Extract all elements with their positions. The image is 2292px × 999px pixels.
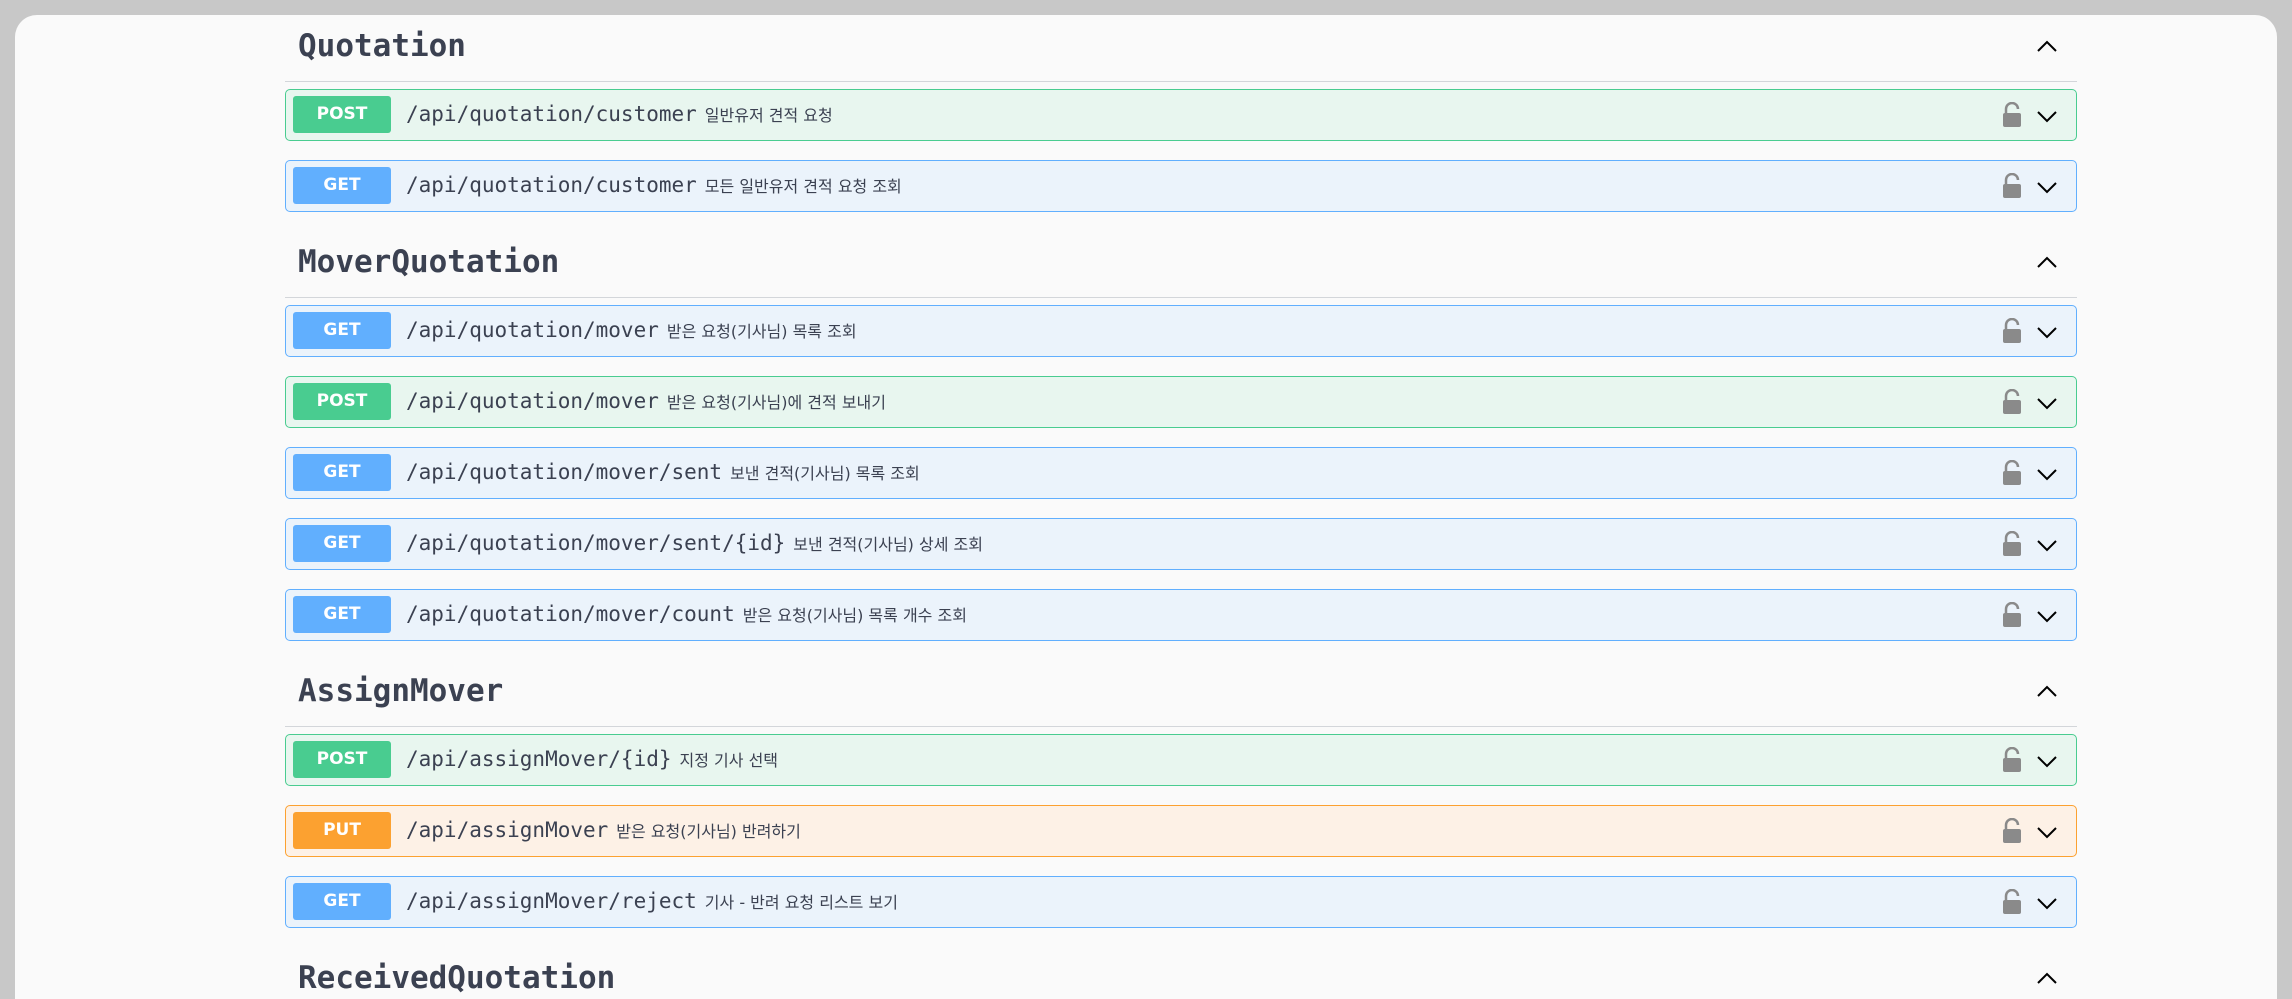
operation-path[interactable]: /api/quotation/customer 일반유저 견적 요청 <box>406 102 833 126</box>
chevron-up-icon[interactable] <box>2035 251 2059 275</box>
chevron-down-icon[interactable] <box>2035 391 2059 415</box>
operations-list: GET /api/quotation/mover 받은 요청(기사님) 목록 조회… <box>285 305 2077 641</box>
lock-icon[interactable] <box>2001 818 2023 844</box>
operation-path[interactable]: /api/quotation/mover/sent 보낸 견적(기사님) 목록 조… <box>406 460 920 484</box>
path-text: /api/assignMover/{id} <box>406 747 672 771</box>
swagger-panel: Quotation POST /api/quotation/customer 일반… <box>15 15 2277 999</box>
chevron-up-icon[interactable] <box>2035 35 2059 59</box>
operation-row[interactable]: GET /api/quotation/mover/count 받은 요청(기사님)… <box>285 589 2077 641</box>
chevron-down-icon[interactable] <box>2035 604 2059 628</box>
method-badge: POST <box>293 96 391 133</box>
operation-row[interactable]: GET /api/quotation/mover/sent 보낸 견적(기사님) … <box>285 447 2077 499</box>
path-text: /api/assignMover <box>406 818 609 842</box>
path-text: /api/quotation/mover <box>406 318 659 342</box>
chevron-up-icon[interactable] <box>2035 680 2059 704</box>
api-sections: Quotation POST /api/quotation/customer 일반… <box>285 15 2077 999</box>
path-text: /api/quotation/mover/sent/{id} <box>406 531 786 555</box>
lock-icon[interactable] <box>2001 102 2023 128</box>
operation-summary: 받은 요청(기사님) 목록 조회 <box>666 322 857 341</box>
section-header[interactable]: Quotation <box>285 15 2077 82</box>
method-badge: GET <box>293 454 391 491</box>
section-header[interactable]: AssignMover <box>285 660 2077 727</box>
section-header[interactable]: ReceivedQuotation <box>285 947 2077 999</box>
operation-summary: 보낸 견적(기사님) 목록 조회 <box>730 464 920 483</box>
section-title: ReceivedQuotation <box>298 960 616 996</box>
chevron-down-icon[interactable] <box>2035 320 2059 344</box>
lock-icon[interactable] <box>2001 460 2023 486</box>
path-text: /api/quotation/mover/count <box>406 602 735 626</box>
chevron-down-icon[interactable] <box>2035 749 2059 773</box>
operation-row[interactable]: PUT /api/assignMover 받은 요청(기사님) 반려하기 <box>285 805 2077 857</box>
operation-row[interactable]: GET /api/quotation/customer 모든 일반유저 견적 요청… <box>285 160 2077 212</box>
operation-summary: 받은 요청(기사님) 목록 개수 조회 <box>742 606 967 625</box>
api-section: AssignMover POST /api/assignMover/{id} 지정… <box>285 660 2077 928</box>
api-section: Quotation POST /api/quotation/customer 일반… <box>285 15 2077 212</box>
section-title: Quotation <box>298 28 466 64</box>
method-badge: POST <box>293 383 391 420</box>
operation-summary: 기사 - 반려 요청 리스트 보기 <box>704 893 898 912</box>
chevron-down-icon[interactable] <box>2035 820 2059 844</box>
operation-summary: 모든 일반유저 견적 요청 조회 <box>704 177 902 196</box>
operation-path[interactable]: /api/assignMover/{id} 지정 기사 선택 <box>406 747 778 771</box>
method-badge: GET <box>293 167 391 204</box>
operation-path[interactable]: /api/quotation/mover/count 받은 요청(기사님) 목록 … <box>406 602 967 626</box>
lock-icon[interactable] <box>2001 389 2023 415</box>
operation-summary: 지정 기사 선택 <box>679 751 779 770</box>
section-header[interactable]: MoverQuotation <box>285 231 2077 298</box>
method-badge: GET <box>293 596 391 633</box>
lock-icon[interactable] <box>2001 602 2023 628</box>
lock-icon[interactable] <box>2001 747 2023 773</box>
lock-icon[interactable] <box>2001 889 2023 915</box>
path-text: /api/assignMover/reject <box>406 889 697 913</box>
api-section: MoverQuotation GET /api/quotation/mover 받… <box>285 231 2077 641</box>
operation-path[interactable]: /api/quotation/mover 받은 요청(기사님)에 견적 보내기 <box>406 389 886 413</box>
operation-row[interactable]: GET /api/assignMover/reject 기사 - 반려 요청 리스… <box>285 876 2077 928</box>
chevron-down-icon[interactable] <box>2035 175 2059 199</box>
section-title: AssignMover <box>298 673 504 709</box>
operation-path[interactable]: /api/quotation/customer 모든 일반유저 견적 요청 조회 <box>406 173 902 197</box>
chevron-down-icon[interactable] <box>2035 104 2059 128</box>
path-text: /api/quotation/customer <box>406 173 697 197</box>
method-badge: GET <box>293 312 391 349</box>
operation-row[interactable]: POST /api/quotation/customer 일반유저 견적 요청 <box>285 89 2077 141</box>
operation-path[interactable]: /api/quotation/mover 받은 요청(기사님) 목록 조회 <box>406 318 857 342</box>
operation-row[interactable]: POST /api/assignMover/{id} 지정 기사 선택 <box>285 734 2077 786</box>
chevron-down-icon[interactable] <box>2035 891 2059 915</box>
method-badge: GET <box>293 883 391 920</box>
method-badge: POST <box>293 741 391 778</box>
operation-path[interactable]: /api/assignMover/reject 기사 - 반려 요청 리스트 보기 <box>406 889 898 913</box>
operation-summary: 보낸 견적(기사님) 상세 조회 <box>793 535 983 554</box>
chevron-down-icon[interactable] <box>2035 462 2059 486</box>
chevron-up-icon[interactable] <box>2035 967 2059 991</box>
operation-row[interactable]: GET /api/quotation/mover 받은 요청(기사님) 목록 조회 <box>285 305 2077 357</box>
operations-list: POST /api/quotation/customer 일반유저 견적 요청 G… <box>285 89 2077 212</box>
path-text: /api/quotation/mover/sent <box>406 460 723 484</box>
operation-row[interactable]: GET /api/quotation/mover/sent/{id} 보낸 견적(… <box>285 518 2077 570</box>
operation-summary: 받은 요청(기사님)에 견적 보내기 <box>666 393 886 412</box>
lock-icon[interactable] <box>2001 318 2023 344</box>
lock-icon[interactable] <box>2001 531 2023 557</box>
operation-row[interactable]: POST /api/quotation/mover 받은 요청(기사님)에 견적 … <box>285 376 2077 428</box>
section-title: MoverQuotation <box>298 244 560 280</box>
operation-summary: 일반유저 견적 요청 <box>704 106 833 125</box>
operation-path[interactable]: /api/assignMover 받은 요청(기사님) 반려하기 <box>406 818 801 842</box>
operation-path[interactable]: /api/quotation/mover/sent/{id} 보낸 견적(기사님)… <box>406 531 983 555</box>
api-section: ReceivedQuotation <box>285 947 2077 999</box>
path-text: /api/quotation/customer <box>406 102 697 126</box>
method-badge: GET <box>293 525 391 562</box>
operations-list: POST /api/assignMover/{id} 지정 기사 선택 PUT /… <box>285 734 2077 928</box>
lock-icon[interactable] <box>2001 173 2023 199</box>
chevron-down-icon[interactable] <box>2035 533 2059 557</box>
method-badge: PUT <box>293 812 391 849</box>
operation-summary: 받은 요청(기사님) 반려하기 <box>616 822 801 841</box>
path-text: /api/quotation/mover <box>406 389 659 413</box>
